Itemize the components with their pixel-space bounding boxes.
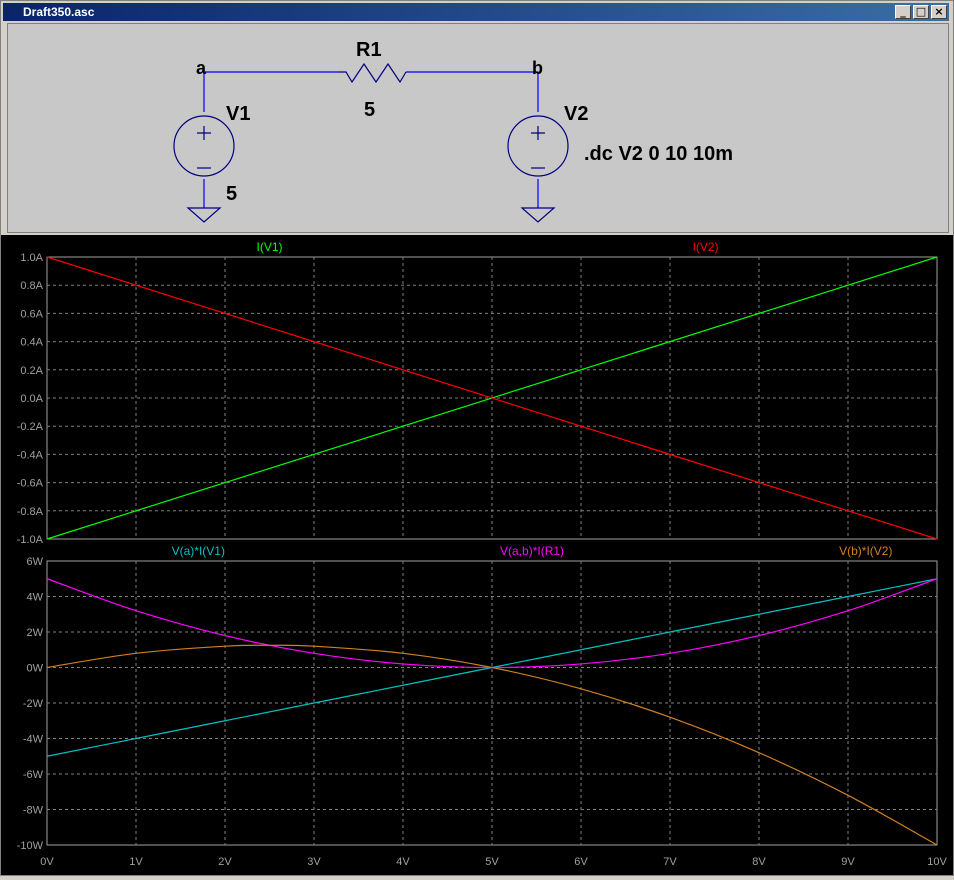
y-tick-label: -0.8A [17,506,44,518]
y-tick-label: -4W [23,734,44,746]
schematic-pane[interactable]: a b R1 5 V1 5 V2 .dc V2 0 10 10m [7,23,949,233]
v2-name: V2 [564,103,588,125]
node-label-a: a [196,58,207,78]
x-tick-label: 7V [663,856,677,868]
y-tick-label: -0.2A [17,421,44,433]
x-tick-label: 8V [752,856,766,868]
node-label-b: b [532,58,543,78]
y-tick-label: 0.0A [20,393,43,405]
y-tick-label: -0.6A [17,478,44,490]
window-controls: _ □ × [895,5,947,19]
x-tick-label: 1V [129,856,143,868]
window-title: Draft350.asc [23,5,95,19]
close-button[interactable]: × [931,5,947,19]
app-window: Draft350.asc _ □ × a b R1 5 V1 5 V2 .dc … [0,0,954,876]
ground-icon [186,207,222,223]
y-tick-label: -8W [23,805,44,817]
y-tick-label: -6W [23,769,44,781]
trace-label[interactable]: I(V2) [693,240,719,254]
waveform-viewer[interactable]: 1.0A 0.8A 0.6A 0.4A 0.2A 0.0A -0.2A -0.4A -0.6A -… [1,235,953,875]
x-tick-label: 2V [218,856,232,868]
trace-label[interactable]: V(a,b)*I(R1) [500,544,564,558]
y-tick-label: -10W [17,840,44,852]
y-tick-label: 2W [27,627,44,639]
x-tick-label: 4V [396,856,410,868]
v1-value: 5 [226,183,237,205]
dc-directive[interactable]: .dc V2 0 10 10m [584,143,733,165]
r1-name: R1 [356,39,382,61]
schematic-wires [203,71,539,208]
x-tick-label: 6V [574,856,588,868]
x-tick-label: 0V [40,856,54,868]
maximize-button[interactable]: □ [913,5,929,19]
r1-value: 5 [364,99,375,121]
y-tick-label: 0W [27,663,44,675]
y-tick-label: 0.2A [20,365,43,377]
trace-label[interactable]: V(b)*I(V2) [839,544,892,558]
schematic-canvas: a b R1 5 V1 5 V2 .dc V2 0 10 10m [173,39,733,223]
trace-label[interactable]: I(V1) [256,240,282,254]
x-tick-label: 10V [927,856,947,868]
y-tick-label: 0.8A [20,280,43,292]
wire-b [406,71,539,112]
y-tick-label: -2W [23,698,44,710]
y-tick-label: 0.4A [20,337,43,349]
y-tick-label: 1.0A [20,252,43,264]
ground-icon [520,207,556,223]
wire-a [203,71,338,112]
plot-canvas: 1.0A 0.8A 0.6A 0.4A 0.2A 0.0A -0.2A -0.4A -0.6A -… [17,240,948,868]
minimize-button[interactable]: _ [895,5,911,19]
resistor-r1[interactable] [338,62,407,84]
title-bar[interactable]: Draft350.asc _ □ × [3,3,949,21]
v1-name: V1 [226,103,250,125]
x-tick-label: 9V [841,856,855,868]
trace-label[interactable]: V(a)*I(V1) [172,544,225,558]
x-tick-label: 3V [307,856,321,868]
y-tick-label: 6W [27,556,44,568]
y-tick-label: -0.4A [17,449,44,461]
x-tick-label: 5V [485,856,499,868]
y-tick-label: 0.6A [20,308,43,320]
y-tick-label: 4W [27,592,44,604]
y-tick-label: -1.0A [17,534,44,546]
